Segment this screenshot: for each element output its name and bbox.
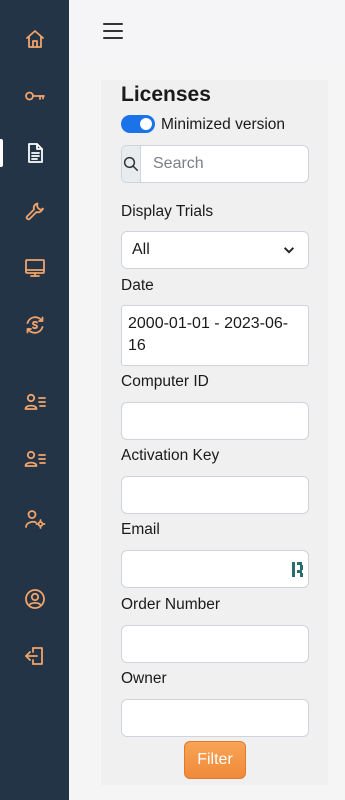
minimized-toggle-label: Minimized version bbox=[161, 116, 286, 133]
user-list-icon bbox=[24, 393, 46, 410]
home-icon bbox=[25, 30, 44, 48]
computer-id-label: Computer ID bbox=[121, 373, 209, 390]
minimized-toggle[interactable] bbox=[121, 115, 155, 133]
account-circle-icon bbox=[24, 589, 45, 609]
wrench-icon bbox=[25, 202, 44, 221]
nav-home[interactable] bbox=[0, 17, 69, 61]
subscription-cycle-icon bbox=[26, 316, 43, 334]
nav-keys[interactable] bbox=[0, 74, 69, 118]
search-group bbox=[121, 145, 309, 183]
date-label: Date bbox=[121, 277, 154, 294]
display-trials-value: All bbox=[132, 241, 150, 258]
monitor-icon bbox=[24, 259, 45, 277]
activation-key-label: Activation Key bbox=[121, 447, 220, 464]
order-number-label: Order Number bbox=[121, 596, 221, 613]
sidebar bbox=[0, 0, 69, 800]
owner-label: Owner bbox=[121, 670, 167, 687]
page-title: Licenses bbox=[121, 83, 211, 106]
nav-tools[interactable] bbox=[0, 189, 69, 233]
nav-account[interactable] bbox=[0, 577, 69, 621]
owner-input[interactable] bbox=[121, 699, 309, 737]
nav-licenses[interactable] bbox=[0, 131, 69, 175]
nav-users[interactable] bbox=[0, 380, 69, 424]
nav-user-settings[interactable] bbox=[0, 497, 69, 541]
search-input[interactable] bbox=[141, 146, 308, 182]
document-icon bbox=[27, 143, 43, 163]
user-list-icon bbox=[24, 450, 46, 467]
hamburger-icon[interactable] bbox=[103, 21, 123, 41]
date-range-input[interactable]: 2000-01-01 - 2023-06-16 bbox=[121, 305, 309, 366]
nav-customers[interactable] bbox=[0, 437, 69, 481]
nav-computers[interactable] bbox=[0, 246, 69, 290]
activation-key-input[interactable] bbox=[121, 476, 309, 514]
display-trials-label: Display Trials bbox=[121, 203, 214, 220]
filter-button[interactable]: Filter bbox=[184, 741, 246, 779]
chevron-down-icon bbox=[283, 247, 295, 254]
search-icon bbox=[122, 146, 141, 182]
display-trials-select[interactable]: All bbox=[121, 231, 309, 269]
email-input[interactable] bbox=[121, 550, 309, 588]
password-manager-icon[interactable] bbox=[292, 562, 303, 577]
user-settings-icon bbox=[24, 510, 45, 529]
nav-logout[interactable] bbox=[0, 634, 69, 678]
key-icon bbox=[24, 91, 45, 101]
nav-subscriptions[interactable] bbox=[0, 303, 69, 347]
computer-id-input[interactable] bbox=[121, 402, 309, 440]
email-label: Email bbox=[121, 521, 160, 538]
order-number-input[interactable] bbox=[121, 625, 309, 663]
logout-icon bbox=[24, 647, 43, 665]
